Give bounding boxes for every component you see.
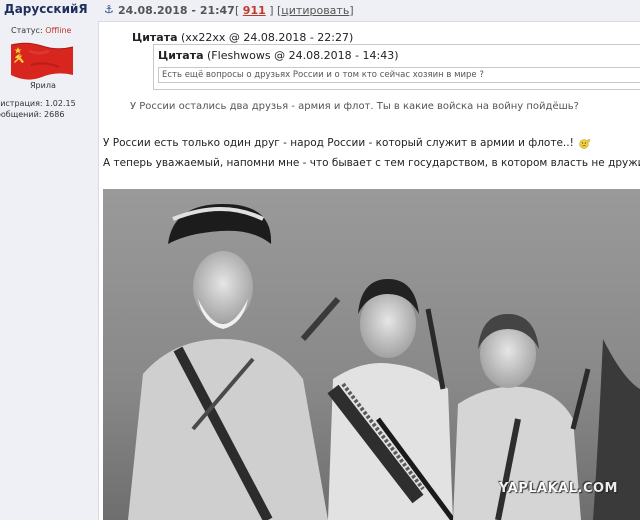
watermark: YAPLAKAL.COM: [499, 481, 618, 496]
soviet-flag-avatar: [10, 42, 74, 80]
partisans-photo-image: [103, 189, 640, 520]
post-date: 24.08.2018 - 21:47: [118, 4, 235, 17]
post-text-line-2: А теперь уважаемый, напомни мне - что бы…: [103, 157, 640, 169]
quote-link: [цитировать]: [277, 4, 354, 17]
quote-bracket-close: ]: [349, 4, 354, 17]
user-panel: ДарусскийЯ Статус: Offline Ярила гистрац…: [0, 0, 99, 520]
post-photo[interactable]: YAPLAKAL.COM: [103, 189, 640, 520]
quote-inner-text: Есть ещё вопросы о друзьях России и о то…: [158, 67, 640, 83]
anchor-icon[interactable]: ⚓: [104, 3, 114, 16]
post-text-1: У России есть только один друг - народ Р…: [103, 137, 574, 149]
thinking-smiley-icon: [579, 137, 591, 149]
user-posts-count: ообщений: 2686: [0, 110, 65, 119]
rating-value[interactable]: 911: [243, 4, 266, 17]
quote-outer-header: Цитата (xx22xx @ 24.08.2018 - 22:27): [132, 31, 353, 44]
post-header: ⚓ 24.08.2018 - 21:47 [ 911 ] [цитировать…: [98, 0, 640, 22]
post-text-line-1: У России есть только один друг - народ Р…: [103, 137, 591, 149]
avatar[interactable]: [9, 41, 75, 81]
user-rank: Ярила: [30, 81, 56, 90]
rating-bracket-open: [: [235, 4, 240, 17]
user-status: Статус: Offline: [11, 26, 71, 35]
quote-inner-header: Цитата (Fleshwows @ 24.08.2018 - 14:43): [158, 49, 399, 62]
quote-outer-text: У России остались два друзья - армия и ф…: [130, 101, 579, 112]
quote-button[interactable]: цитировать: [281, 4, 349, 17]
quote-outer-meta: (xx22xx @ 24.08.2018 - 22:27): [181, 31, 354, 44]
username-link[interactable]: ДарусскийЯ: [4, 2, 88, 16]
quote-inner-label: Цитата: [158, 49, 204, 62]
status-label: Статус:: [11, 26, 43, 35]
quote-inner: Цитата (Fleshwows @ 24.08.2018 - 14:43) …: [153, 44, 640, 90]
quote-outer: Цитата (xx22xx @ 24.08.2018 - 22:27) Цит…: [128, 27, 640, 117]
post-rating: [ 911 ]: [235, 4, 274, 17]
rating-bracket-close: ]: [269, 4, 274, 17]
status-value: Offline: [45, 26, 72, 35]
quote-inner-meta: (Fleshwows @ 24.08.2018 - 14:43): [207, 49, 399, 62]
user-registration: гистрация: 1.02.15: [0, 99, 76, 108]
quote-outer-label: Цитата: [132, 31, 178, 44]
